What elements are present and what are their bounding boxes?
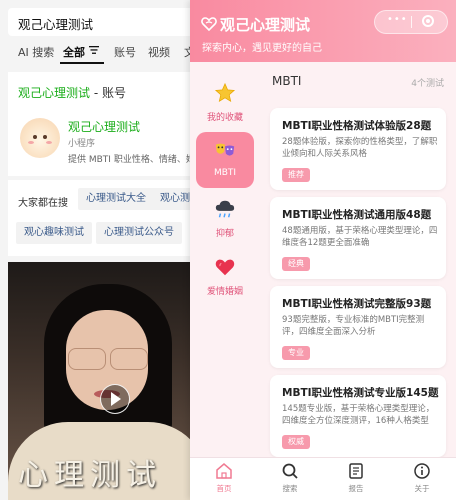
test-count: 4个测试: [411, 79, 444, 89]
test-badge: 推荐: [282, 168, 310, 182]
search-results-page: 观己心理测试 AI 搜索 全部 账号 视频 文 观己心理测试 - 账号 观己心理…: [0, 0, 200, 500]
nav-about[interactable]: 关于: [402, 462, 442, 494]
test-title: MBTI职业性格测试专业版145题: [282, 387, 439, 399]
app-subtitle: 探索内心，遇见更好的自己: [202, 43, 322, 54]
test-desc: 93题完整版，专业标准的MBTI完整测评，四维度全面深入分析: [282, 315, 425, 337]
video-thumbnail[interactable]: 心理测试: [8, 262, 200, 500]
sidebar-item-love-marriage[interactable]: 爱情婚姻: [196, 248, 254, 304]
related-search-chip[interactable]: 观心趣味测试: [16, 222, 92, 244]
sidebar-item-label: 爱情婚姻: [206, 287, 243, 297]
mini-program-window: 观己心理测试 探索内心，遇见更好的自己 ••• 我的收藏 MBTI 抑郁 爱情婚…: [190, 0, 456, 500]
star-icon: [214, 82, 236, 103]
mini-program-desc: 提供 MBTI 职业性格、情绪、婚: [68, 155, 195, 165]
heart-brain-logo-icon: [201, 17, 217, 32]
nav-label: 关于: [414, 484, 430, 493]
test-desc: 48题通用版，基于荣格心理类型理论，四维度各12题更全面准确: [282, 226, 438, 248]
mini-program-name[interactable]: 观己心理测试: [68, 118, 140, 135]
glasses: [64, 348, 152, 370]
test-title: MBTI职业性格测试通用版48题: [282, 209, 432, 221]
account-section-title: 观己心理测试 - 账号: [18, 86, 126, 100]
filter-icon[interactable]: [89, 46, 99, 54]
related-search-chip[interactable]: 心理测试大全: [78, 188, 154, 210]
nav-label: 搜索: [282, 484, 298, 493]
sidebar-item-depression[interactable]: 抑郁: [196, 190, 254, 246]
test-badge: 经典: [282, 257, 310, 271]
app-title: 观己心理测试: [220, 16, 311, 34]
nav-home[interactable]: 首页: [204, 462, 244, 494]
test-list-panel: MBTI 4个测试 MBTI职业性格测试体验版28题 28题体验版，探索你的性格…: [260, 62, 456, 457]
related-search-chip[interactable]: 心理测试公众号: [96, 222, 182, 244]
search-query: 观己心理测试: [18, 17, 94, 32]
test-badge: 权威: [282, 435, 310, 449]
category-title: MBTI: [272, 74, 302, 88]
mbti-masks-icon: [215, 143, 235, 156]
test-badge: 专业: [282, 346, 310, 360]
test-desc: 145题专业版，基于荣格心理类型理论，四维度全方位深度测评，16种人格类型: [282, 404, 435, 426]
close-icon[interactable]: [422, 15, 434, 27]
nav-label: 报告: [348, 484, 364, 493]
more-icon[interactable]: •••: [387, 14, 408, 25]
test-card[interactable]: MBTI职业性格测试通用版48题 48题通用版，基于荣格心理类型理论，四维度各1…: [270, 197, 446, 279]
avatar: [20, 118, 60, 158]
report-icon: [349, 463, 363, 479]
mini-program-capsule: •••: [374, 10, 448, 34]
sidebar-item-label: 抑郁: [215, 229, 234, 239]
video-overlay-text: 心理测试: [18, 458, 162, 493]
nav-label: 首页: [216, 484, 232, 493]
test-title: MBTI职业性格测试完整版93题: [282, 298, 432, 310]
sidebar-item-label: MBTI: [213, 168, 237, 178]
test-card[interactable]: MBTI职业性格测试完整版93题 93题完整版，专业标准的MBTI完整测评，四维…: [270, 286, 446, 368]
mini-program-type: 小程序: [68, 139, 96, 149]
play-icon[interactable]: [100, 384, 130, 414]
related-searches-title: 大家都在搜: [18, 198, 68, 209]
tab-videos[interactable]: 视频: [148, 44, 170, 60]
related-searches-card: 大家都在搜 心理测试大全 观心测 观心趣味测试 心理测试公众号: [8, 180, 200, 256]
search-tabs: AI 搜索 全部 账号 视频 文: [0, 40, 200, 64]
test-card[interactable]: MBTI职业性格测试专业版145题 145题专业版，基于荣格心理类型理论，四维度…: [270, 375, 446, 457]
tab-all[interactable]: 全部: [63, 44, 85, 60]
test-title: MBTI职业性格测试体验版28题: [282, 120, 432, 132]
tab-accounts[interactable]: 账号: [114, 44, 136, 60]
search-icon: [282, 463, 298, 479]
sidebar-item-label: 我的收藏: [206, 113, 243, 123]
nav-report[interactable]: 报告: [336, 462, 376, 494]
rain-cloud-icon: [215, 200, 235, 218]
app-header: 观己心理测试 探索内心，遇见更好的自己 •••: [190, 0, 456, 62]
category-sidebar: 我的收藏 MBTI 抑郁 爱情婚姻: [190, 62, 260, 457]
active-tab-indicator: [60, 62, 104, 64]
search-input[interactable]: 观己心理测试: [8, 8, 200, 36]
info-icon: [414, 463, 430, 479]
test-desc: 28题体验版，探索你的性格类型，了解职业倾向和人际关系风格: [282, 137, 438, 159]
test-card[interactable]: MBTI职业性格测试体验版28题 28题体验版，探索你的性格类型，了解职业倾向和…: [270, 108, 446, 190]
tab-ai-search[interactable]: AI 搜索: [18, 44, 54, 60]
bottom-tab-bar: 首页 搜索 报告 关于: [190, 457, 456, 500]
heart-icon: [215, 259, 235, 276]
sidebar-item-mbti[interactable]: MBTI: [196, 132, 254, 188]
nav-search[interactable]: 搜索: [270, 462, 310, 494]
home-icon: [216, 463, 232, 479]
sidebar-item-favorites[interactable]: 我的收藏: [196, 74, 254, 130]
account-result-card[interactable]: 观己心理测试 - 账号 观己心理测试 小程序 提供 MBTI 职业性格、情绪、婚: [8, 72, 200, 176]
